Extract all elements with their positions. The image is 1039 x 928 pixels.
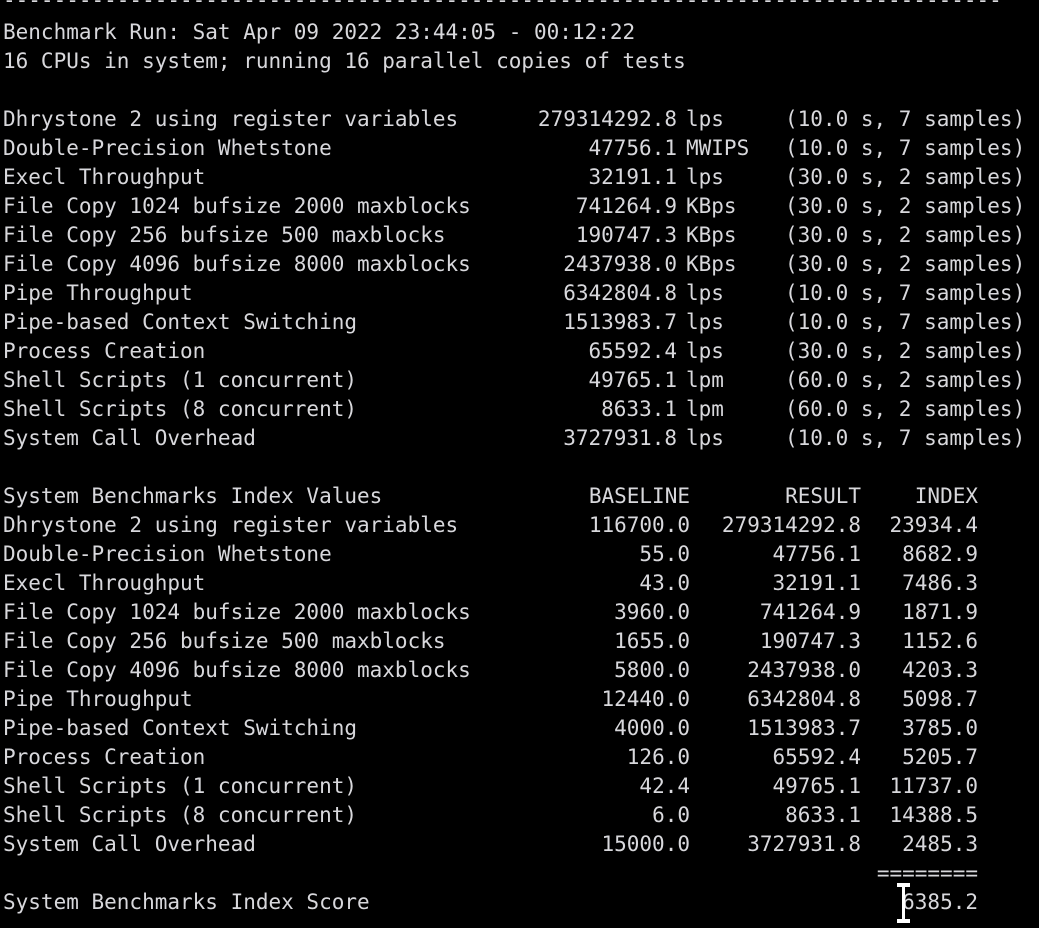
index-row-index: 1152.6 — [902, 629, 978, 653]
index-row-index: 14388.5 — [889, 803, 978, 827]
benchmark-value: 2437938.0 — [563, 252, 677, 276]
benchmark-timing: (10.0 s, 7 samples) — [785, 310, 1026, 334]
benchmark-unit: KBps — [686, 194, 737, 218]
benchmark-value: 65592.4 — [588, 339, 677, 363]
index-row-index: 4203.3 — [902, 658, 978, 682]
cursor-cap-bottom — [897, 919, 910, 923]
benchmark-value: 6342804.8 — [563, 281, 677, 305]
benchmark-run-line: Benchmark Run: Sat Apr 09 2022 23:44:05 … — [3, 20, 636, 44]
benchmark-value: 32191.1 — [588, 165, 677, 189]
score-separator-rule: ======== — [876, 861, 978, 885]
benchmark-timing: (60.0 s, 2 samples) — [785, 368, 1026, 392]
benchmark-unit: KBps — [686, 223, 737, 247]
index-row-index: 7486.3 — [902, 571, 978, 595]
benchmark-unit: KBps — [686, 252, 737, 276]
benchmark-timing: (30.0 s, 2 samples) — [785, 339, 1026, 363]
benchmark-timing: (10.0 s, 7 samples) — [785, 281, 1026, 305]
benchmark-timing: (10.0 s, 7 samples) — [785, 107, 1026, 131]
benchmark-unit: lps — [686, 281, 724, 305]
benchmark-unit: lps — [686, 339, 724, 363]
benchmark-unit: lps — [686, 310, 724, 334]
benchmark-unit: lps — [686, 165, 724, 189]
index-row-index: 23934.4 — [889, 513, 978, 537]
benchmark-unit: lps — [686, 107, 724, 131]
benchmark-unit: MWIPS — [686, 136, 750, 160]
benchmark-timing: (30.0 s, 2 samples) — [785, 194, 1026, 218]
cpu-info-line: 16 CPUs in system; running 16 parallel c… — [3, 49, 686, 73]
terminal-output: ----------------------------------------… — [0, 0, 1039, 928]
index-row-index: 5205.7 — [902, 745, 978, 769]
benchmark-value: 1513983.7 — [563, 310, 677, 334]
benchmark-value: 47756.1 — [588, 136, 677, 160]
index-row-index: 8682.9 — [902, 542, 978, 566]
benchmark-timing: (30.0 s, 2 samples) — [785, 252, 1026, 276]
index-row-index: 2485.3 — [902, 832, 978, 856]
benchmark-unit: lps — [686, 426, 724, 450]
benchmark-value: 49765.1 — [588, 368, 677, 392]
benchmark-value: 741264.9 — [575, 194, 677, 218]
benchmark-unit: lpm — [686, 397, 724, 421]
benchmark-unit: lpm — [686, 368, 724, 392]
index-row-index: 1871.9 — [902, 600, 978, 624]
index-row-index: 5098.7 — [902, 687, 978, 711]
benchmark-value: 279314292.8 — [537, 107, 677, 131]
benchmark-timing: (60.0 s, 2 samples) — [785, 397, 1026, 421]
index-table-column-header: INDEX — [914, 484, 978, 508]
index-row-index: 11737.0 — [889, 774, 978, 798]
index-row-index: 3785.0 — [902, 716, 978, 740]
benchmark-timing: (30.0 s, 2 samples) — [785, 165, 1026, 189]
top-separator-rule: ----------------------------------------… — [3, 0, 1002, 12]
benchmark-timing: (30.0 s, 2 samples) — [785, 223, 1026, 247]
index-score-value: 6385.2 — [902, 890, 978, 914]
benchmark-value: 8633.1 — [601, 397, 677, 421]
benchmark-value: 190747.3 — [575, 223, 677, 247]
benchmark-value: 3727931.8 — [563, 426, 677, 450]
benchmark-timing: (10.0 s, 7 samples) — [785, 426, 1026, 450]
benchmark-timing: (10.0 s, 7 samples) — [785, 136, 1026, 160]
